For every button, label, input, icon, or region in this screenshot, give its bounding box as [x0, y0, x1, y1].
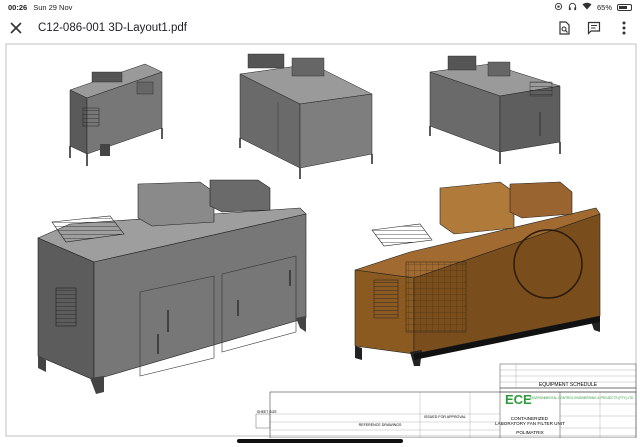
wifi-icon — [582, 2, 592, 12]
iso-view-2 — [239, 53, 373, 179]
project-title: CONTAINERIZED LABORATORY FAN FILTER UNIT — [495, 416, 565, 426]
battery-icon — [617, 3, 632, 11]
company-logo: ECE — [505, 392, 532, 407]
status-time: 00:26 — [8, 2, 28, 12]
comment-button[interactable] — [586, 20, 602, 36]
battery-percent: 65% — [596, 2, 612, 12]
iso-view-3 — [429, 55, 561, 164]
issued-for-label: ISSUED FOR APPROVAL — [424, 415, 466, 419]
title-block: EQUIPMENT SCHEDULE REFERENCE DRAWINGS IS… — [255, 363, 637, 438]
pdf-page[interactable]: EQUIPMENT SCHEDULE REFERENCE DRAWINGS IS… — [0, 42, 640, 438]
drawing-canvas: EQUIPMENT SCHEDULE REFERENCE DRAWINGS IS… — [5, 43, 637, 438]
reference-drawings-label: REFERENCE DRAWINGS — [359, 423, 402, 427]
more-vert-icon — [622, 21, 626, 35]
document-title: C12-086-001 3D-Layout1.pdf — [38, 22, 187, 34]
toolbar: C12-086-001 3D-Layout1.pdf — [0, 14, 640, 42]
client-name: POLIMATRIX — [516, 430, 543, 435]
toolbar-actions — [556, 20, 632, 36]
search-in-document-icon — [559, 21, 570, 35]
close-icon — [10, 22, 22, 34]
status-right: 65% — [554, 2, 632, 13]
iso-view-main-right — [354, 181, 601, 366]
schedule-title: EQUIPMENT SCHEDULE — [539, 382, 598, 388]
more-options-button[interactable] — [616, 20, 632, 36]
iso-view-1 — [69, 63, 163, 166]
comment-icon — [587, 21, 601, 35]
headphones-icon — [568, 2, 577, 13]
sheet-size-label: SHEET SIZE — [257, 410, 277, 414]
status-date: Sun 29 Nov — [33, 2, 73, 12]
close-button[interactable] — [8, 20, 24, 36]
company-name: ENVIRONMENTAL CONTROL ENGINEERING & PROJ… — [530, 396, 634, 400]
orientation-lock-icon — [554, 2, 563, 13]
iso-view-main-left — [37, 179, 307, 394]
search-in-document-button[interactable] — [556, 20, 572, 36]
home-indicator[interactable] — [237, 439, 403, 443]
status-bar: 00:26 Sun 29 Nov 65% — [0, 0, 640, 14]
